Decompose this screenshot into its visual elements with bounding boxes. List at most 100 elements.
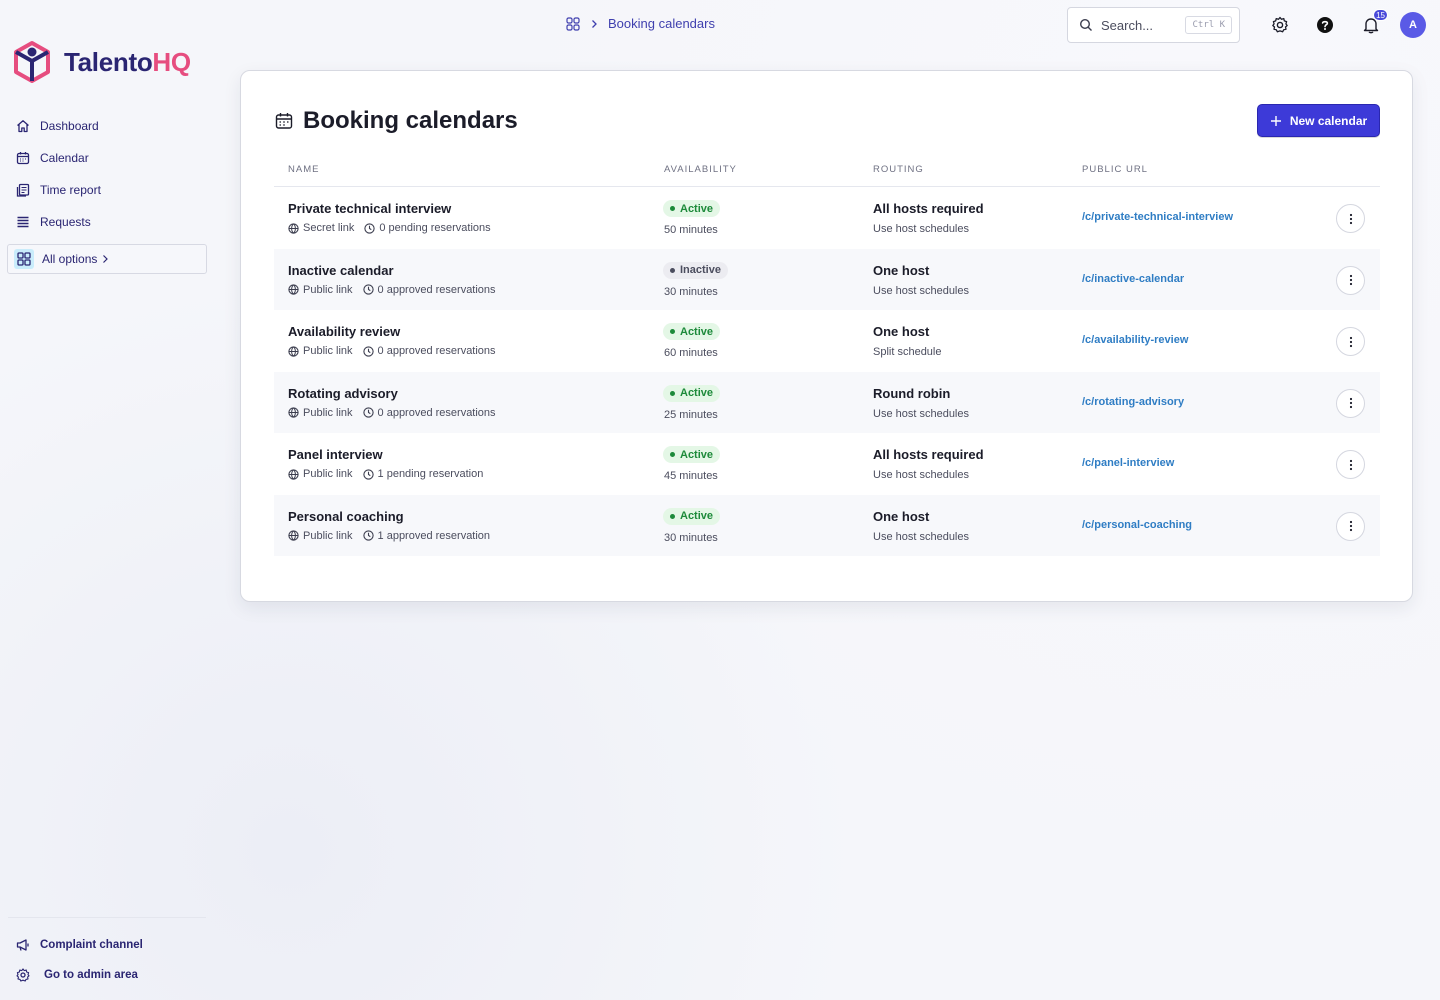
- gear-icon: [16, 968, 30, 982]
- reservations: 0 approved reservations: [362, 406, 496, 419]
- sidebar-item-dashboard[interactable]: Dashboard: [16, 110, 101, 142]
- duration: 50 minutes: [664, 224, 718, 236]
- calendar-meta: Public link 1 approved reservation: [288, 530, 500, 542]
- sidebar-nav: Dashboard Calendar Time report Requests: [16, 110, 101, 238]
- calendar-name[interactable]: Panel interview: [288, 447, 383, 462]
- row-actions-button[interactable]: [1336, 450, 1365, 479]
- routing: One host: [873, 262, 930, 278]
- status-dot: [670, 267, 675, 273]
- status-dot: [670, 390, 675, 396]
- row-actions-button[interactable]: [1336, 388, 1365, 418]
- new-calendar-label: New calendar: [1289, 113, 1368, 128]
- sidebar-item-requests[interactable]: Requests: [16, 206, 101, 238]
- row-actions-button[interactable]: [1336, 327, 1365, 356]
- public-url-link[interactable]: /c/inactive-calendar: [1082, 273, 1184, 285]
- calendar-name[interactable]: Availability review: [288, 324, 400, 339]
- public-url-link[interactable]: /c/private-technical-interview: [1082, 211, 1233, 223]
- calendar-meta: Secret link 0 pending reservations: [288, 222, 501, 234]
- more-vertical-icon: [1349, 213, 1353, 225]
- duration: 30 minutes: [664, 531, 718, 544]
- calendar-name[interactable]: Private technical interview: [288, 201, 451, 216]
- search-shortcut: Ctrl K: [1185, 16, 1232, 34]
- chevron-right-icon: [590, 19, 598, 29]
- search-input[interactable]: Search... Ctrl K: [1067, 7, 1240, 43]
- sidebar: TalentoHQ Dashboard Calendar Time report…: [0, 0, 215, 1000]
- sidebar-item-label: Dashboard: [40, 119, 99, 133]
- table-row[interactable]: Private technical interview Secret link 0 …: [274, 187, 1380, 249]
- link-type: Secret link: [288, 222, 354, 234]
- public-url-link[interactable]: /c/panel-interview: [1082, 457, 1174, 469]
- clock-icon: [362, 345, 374, 357]
- table-header: NAME AVAILABILITY ROUTING PUBLIC URL: [274, 151, 1380, 187]
- status-badge: Active: [663, 323, 721, 340]
- home-icon: [16, 119, 30, 133]
- public-url-link[interactable]: /c/rotating-advisory: [1082, 396, 1184, 408]
- column-header-availability: AVAILABILITY: [664, 164, 737, 175]
- duration: 30 minutes: [664, 285, 718, 298]
- more-vertical-icon: [1349, 459, 1353, 471]
- link-type: Public link: [288, 530, 353, 542]
- column-header-public-url: PUBLIC URL: [1082, 164, 1148, 175]
- logo-icon: [12, 40, 52, 84]
- globe-icon: [288, 222, 299, 234]
- sidebar-item-calendar[interactable]: Calendar: [16, 142, 101, 174]
- public-url-link[interactable]: /c/availability-review: [1082, 334, 1188, 346]
- new-calendar-button[interactable]: New calendar: [1257, 104, 1380, 137]
- help-icon[interactable]: [1313, 13, 1337, 37]
- table-row[interactable]: Rotating advisory Public link 0 approved r…: [274, 371, 1380, 433]
- link-type: Public link: [288, 345, 353, 357]
- duration: 60 minutes: [664, 347, 718, 359]
- reservations: 1 pending reservation: [362, 468, 483, 480]
- link-type-label: Public link: [303, 529, 353, 542]
- table-row[interactable]: Availability review Public link 0 approved…: [274, 310, 1380, 372]
- sidebar-item-label: Go to admin area: [44, 969, 138, 981]
- link-type-label: Public link: [303, 345, 353, 357]
- breadcrumb-current[interactable]: Booking calendars: [608, 16, 715, 31]
- calendar-name[interactable]: Personal coaching: [288, 509, 404, 524]
- breadcrumb: Booking calendars: [566, 16, 715, 31]
- sidebar-item-label: Calendar: [40, 151, 89, 165]
- duration: 25 minutes: [664, 408, 718, 421]
- avatar[interactable]: A: [1400, 12, 1426, 38]
- routing-detail: Use host schedules: [873, 530, 969, 543]
- column-header-routing: ROUTING: [873, 164, 924, 175]
- table-row[interactable]: Personal coaching Public link 1 approved r…: [274, 494, 1380, 556]
- settings-icon[interactable]: [1268, 13, 1292, 37]
- reservations-label: 0 approved reservations: [377, 283, 496, 296]
- search-icon: [1079, 18, 1093, 32]
- search-placeholder: Search...: [1101, 17, 1154, 33]
- calendar-name[interactable]: Inactive calendar: [288, 263, 394, 278]
- routing-detail: Use host schedules: [873, 407, 969, 420]
- table-row[interactable]: Panel interview Public link 1 pending rese…: [274, 433, 1380, 495]
- apps-grid-icon[interactable]: [566, 16, 580, 31]
- routing: Round robin: [873, 385, 951, 401]
- page-title: Booking calendars: [303, 107, 518, 134]
- reservations-label: 1 approved reservation: [377, 529, 491, 542]
- all-options-button[interactable]: All options: [7, 244, 207, 274]
- chevron-right-icon: [101, 254, 109, 264]
- notifications-bell-icon[interactable]: 15: [1359, 9, 1388, 37]
- status-badge: Active: [663, 507, 721, 525]
- calendar-meta: Public link 1 pending reservation: [288, 468, 493, 480]
- row-actions-button[interactable]: [1336, 265, 1365, 295]
- row-actions-button[interactable]: [1336, 204, 1365, 233]
- status-dot: [670, 206, 675, 211]
- link-type-label: Public link: [303, 468, 353, 480]
- link-type: Public link: [288, 284, 353, 296]
- reservations-label: 0 approved reservations: [377, 406, 496, 419]
- sidebar-item-time-report[interactable]: Time report: [16, 174, 101, 206]
- brand-logo[interactable]: TalentoHQ: [12, 40, 191, 84]
- table-row[interactable]: Inactive calendar Public link 0 approved r…: [274, 248, 1380, 310]
- more-vertical-icon: [1349, 274, 1353, 286]
- sidebar-item-complaint-channel[interactable]: Complaint channel: [16, 930, 143, 960]
- sidebar-item-admin-area[interactable]: Go to admin area: [16, 960, 143, 990]
- status-label: Inactive: [680, 264, 721, 276]
- row-actions-button[interactable]: [1336, 511, 1365, 541]
- calendar-icon: [16, 151, 30, 165]
- megaphone-icon: [16, 938, 30, 952]
- link-type-label: Secret link: [303, 222, 355, 234]
- page-header: Booking calendars: [275, 107, 518, 135]
- public-url-link[interactable]: /c/personal-coaching: [1082, 519, 1192, 531]
- calendar-name[interactable]: Rotating advisory: [288, 386, 398, 401]
- calendar-icon: [275, 112, 293, 130]
